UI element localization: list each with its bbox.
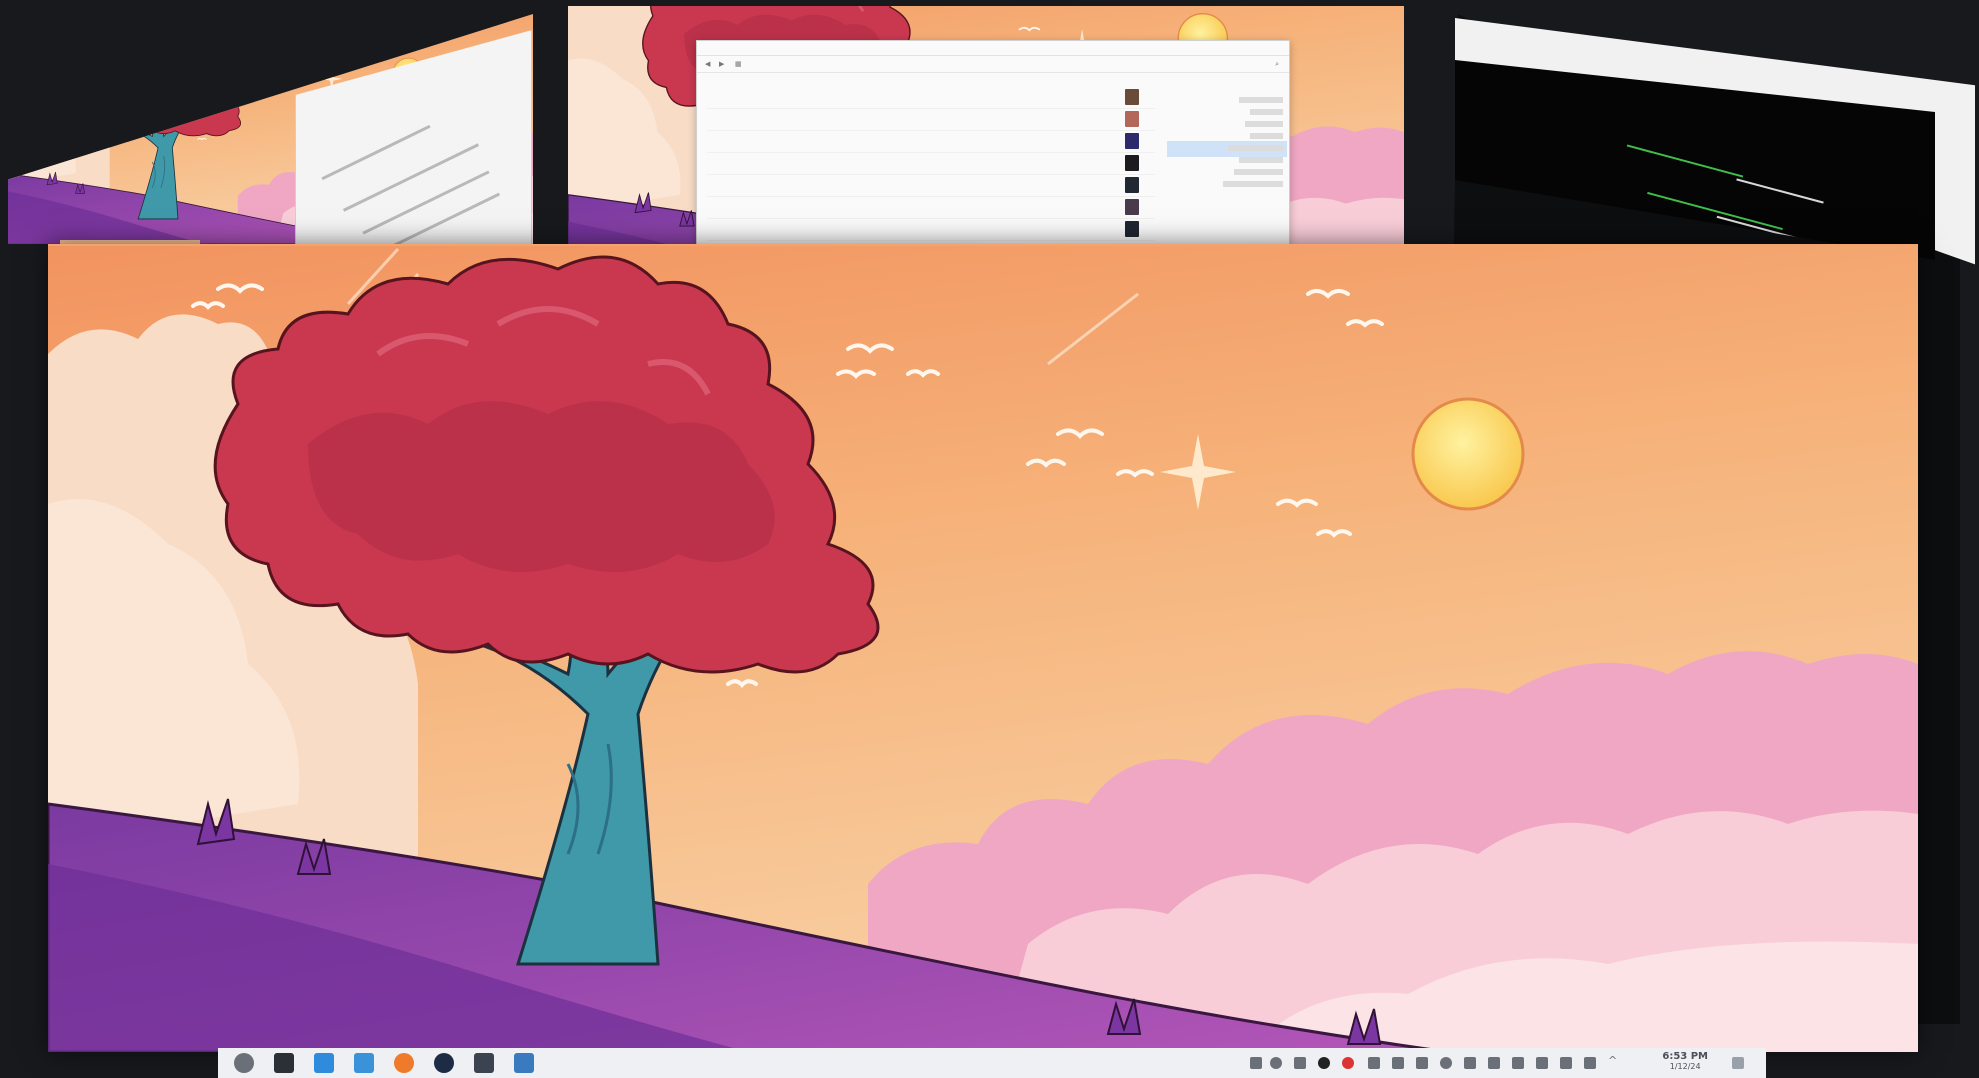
search-icon[interactable]: ⌕ xyxy=(1275,60,1279,69)
place-item[interactable] xyxy=(1222,181,1283,187)
forward-icon[interactable]: ▶ xyxy=(719,60,724,68)
place-item[interactable] xyxy=(1250,133,1283,139)
clock-date: 1/12/24 xyxy=(1669,1062,1701,1071)
terminal-line xyxy=(1626,144,1744,178)
chevron-up-icon[interactable]: ^ xyxy=(1608,1054,1620,1067)
discover-icon[interactable] xyxy=(314,1053,334,1073)
wallpaper-illustration xyxy=(48,244,1918,1052)
file-row[interactable] xyxy=(707,109,1155,131)
window-text-line xyxy=(321,124,431,181)
clock[interactable]: 6:53 PM 1/12/24 xyxy=(1662,1051,1708,1071)
steam-icon[interactable] xyxy=(434,1053,454,1073)
file-row[interactable] xyxy=(707,197,1155,219)
file-thumbnail xyxy=(1125,133,1139,149)
file-thumbnail xyxy=(1125,155,1139,171)
network-icon[interactable] xyxy=(1560,1057,1572,1069)
terminal-icon[interactable] xyxy=(274,1053,294,1073)
steam-tray-icon[interactable] xyxy=(1318,1057,1330,1069)
file-thumbnail xyxy=(1125,111,1139,127)
view-icon[interactable]: ▦ xyxy=(735,60,742,68)
places-panel[interactable] xyxy=(1173,91,1283,193)
screen-capture-icon[interactable] xyxy=(474,1053,494,1073)
window-text-line xyxy=(342,143,480,212)
firefox-icon[interactable] xyxy=(394,1053,414,1073)
clipboard-icon[interactable] xyxy=(1464,1057,1476,1069)
device-icon[interactable] xyxy=(1368,1057,1380,1069)
desktop-front-face-edge xyxy=(48,244,1918,246)
place-item[interactable] xyxy=(1228,145,1283,151)
python-icon[interactable] xyxy=(514,1053,534,1073)
window-titlebar[interactable] xyxy=(697,41,1289,56)
battery-icon[interactable] xyxy=(1536,1057,1548,1069)
file-thumbnail xyxy=(1125,221,1139,237)
place-item[interactable] xyxy=(1244,121,1283,127)
place-item[interactable] xyxy=(1250,109,1283,115)
file-row[interactable] xyxy=(707,87,1155,109)
display-icon[interactable] xyxy=(1416,1057,1428,1069)
clock-time: 6:53 PM xyxy=(1662,1051,1708,1062)
file-manager-window[interactable]: ◀ ▶ ▦ ⌕ xyxy=(696,40,1290,246)
file-row[interactable] xyxy=(707,131,1155,153)
desktop-front-face[interactable] xyxy=(48,244,1918,1052)
keyboard-icon[interactable] xyxy=(1584,1057,1596,1069)
flameshot-icon[interactable] xyxy=(1294,1057,1306,1069)
pen-icon[interactable] xyxy=(1250,1057,1262,1069)
terminal-line xyxy=(1736,178,1824,204)
file-thumbnail xyxy=(1125,89,1139,105)
timer-icon[interactable] xyxy=(1440,1057,1452,1069)
clock-icon[interactable] xyxy=(1270,1057,1282,1069)
back-icon[interactable]: ◀ xyxy=(705,60,710,68)
usb-icon[interactable] xyxy=(1392,1057,1404,1069)
file-list[interactable] xyxy=(707,87,1155,241)
file-row[interactable] xyxy=(707,153,1155,175)
file-thumbnail xyxy=(1125,199,1139,215)
taskbar[interactable]: ^ 6:53 PM 1/12/24 xyxy=(218,1048,1766,1078)
file-thumbnail xyxy=(1125,177,1139,193)
place-item[interactable] xyxy=(1233,169,1283,175)
volume-icon[interactable] xyxy=(1512,1057,1524,1069)
show-desktop-icon[interactable] xyxy=(1732,1057,1744,1069)
launcher-icon[interactable] xyxy=(234,1053,254,1073)
bluetooth-icon[interactable] xyxy=(1488,1057,1500,1069)
place-item[interactable] xyxy=(1239,97,1283,103)
window-text-line xyxy=(362,170,490,235)
file-manager-toolbar[interactable]: ◀ ▶ ▦ ⌕ xyxy=(697,56,1289,73)
back-left-window[interactable] xyxy=(295,30,532,247)
file-manager-icon[interactable] xyxy=(354,1053,374,1073)
file-row[interactable] xyxy=(707,175,1155,197)
record-icon[interactable] xyxy=(1342,1057,1354,1069)
place-item[interactable] xyxy=(1239,157,1283,163)
file-row[interactable] xyxy=(707,219,1155,241)
